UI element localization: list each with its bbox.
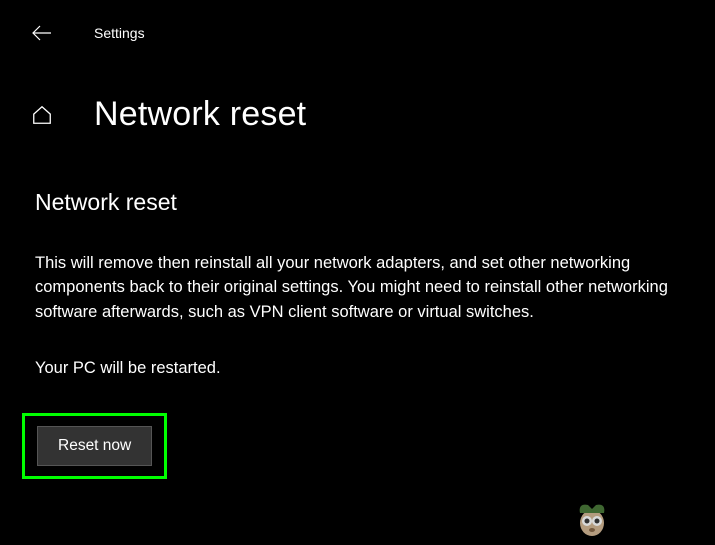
section-heading: Network reset bbox=[35, 189, 685, 216]
description-text: This will remove then reinstall all your… bbox=[35, 251, 675, 324]
home-button[interactable] bbox=[30, 103, 54, 127]
restart-note: Your PC will be restarted. bbox=[35, 359, 685, 378]
content-area: Network reset This will remove then rein… bbox=[0, 134, 715, 479]
mascot-image bbox=[570, 495, 615, 540]
page-title: Network reset bbox=[94, 95, 306, 134]
page-header: Network reset bbox=[0, 50, 715, 134]
reset-now-button[interactable]: Reset now bbox=[37, 426, 152, 466]
home-icon bbox=[31, 104, 53, 126]
back-button[interactable] bbox=[30, 21, 54, 45]
back-arrow-icon bbox=[32, 25, 52, 41]
header-bar: Settings bbox=[0, 0, 715, 50]
highlight-annotation: Reset now bbox=[22, 413, 167, 479]
app-title: Settings bbox=[94, 25, 145, 41]
